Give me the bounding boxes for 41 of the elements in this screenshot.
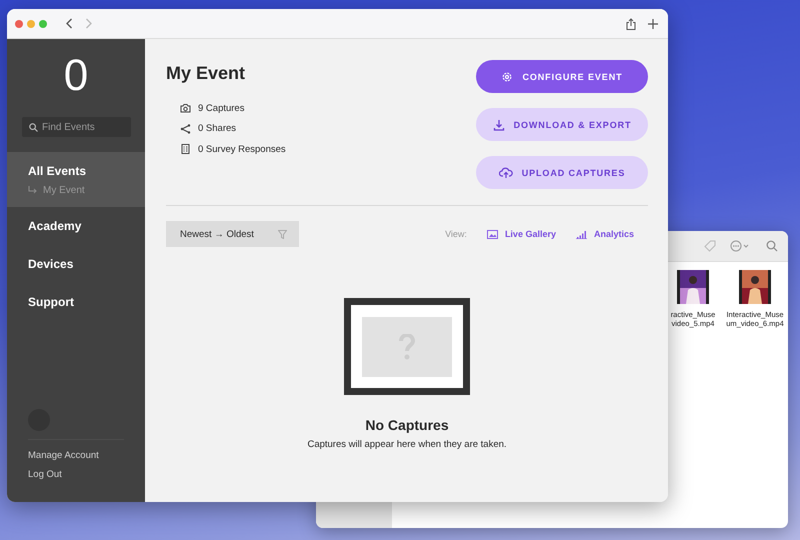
logo: 0 (62, 50, 90, 102)
search-icon (29, 122, 38, 132)
empty-title: No Captures (365, 417, 449, 433)
filter-icon (278, 230, 287, 238)
cloud-upload-icon (498, 166, 513, 178)
view-label: View: (445, 229, 467, 239)
share-icon[interactable] (626, 18, 636, 30)
back-icon[interactable] (65, 18, 73, 29)
stat-text: 0 Survey Responses (198, 144, 286, 155)
plus-icon[interactable] (648, 18, 658, 28)
sort-dropdown[interactable]: Newest → Oldest (166, 221, 299, 247)
empty-message: Captures will appear here when they are taken. (307, 439, 507, 450)
action-button[interactable]: DOWNLOAD & EXPORT (476, 108, 648, 141)
account-link[interactable]: Manage Account (28, 450, 99, 461)
stat-text: 9 Captures (198, 102, 244, 114)
close-button[interactable] (15, 20, 23, 28)
download-icon (492, 118, 505, 130)
sidebar-item[interactable]: Devices (28, 257, 74, 271)
stat-text: 0 Shares (198, 123, 236, 134)
gear-icon (501, 70, 514, 82)
sub-arrow-icon (28, 186, 38, 194)
view-link[interactable]: Analytics (576, 229, 634, 239)
maximize-button[interactable] (39, 20, 47, 28)
action-button[interactable]: CONFIGURE EVENT (476, 60, 648, 93)
search-icon[interactable] (766, 240, 778, 252)
event-title: My Event (166, 63, 246, 84)
sidebar-item[interactable]: All Events (28, 164, 86, 178)
sidebar-item[interactable]: Support (28, 295, 74, 309)
account-link[interactable]: Log Out (28, 469, 62, 480)
image-icon (486, 230, 498, 238)
bar-chart-icon (576, 230, 587, 238)
search-field[interactable]: Find Events (22, 117, 131, 137)
view-link[interactable]: Live Gallery (486, 229, 556, 239)
survey-icon (180, 144, 191, 154)
action-button[interactable]: UPLOAD CAPTURES (476, 156, 648, 189)
camera-icon (180, 103, 191, 114)
sidebar-item[interactable]: Academy (28, 219, 82, 233)
share-icon (180, 124, 191, 134)
tag-icon[interactable] (704, 240, 716, 252)
minimize-button[interactable] (27, 20, 35, 28)
forward-icon[interactable] (85, 18, 93, 29)
